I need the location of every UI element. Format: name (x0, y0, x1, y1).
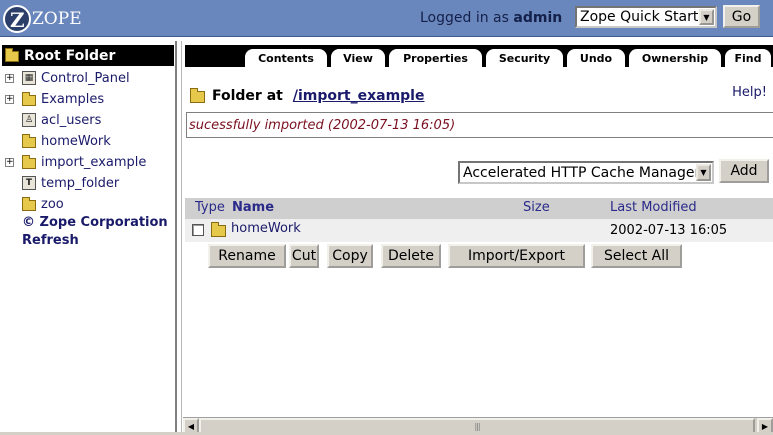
folder-icon (22, 154, 36, 169)
rename-button[interactable]: Rename (208, 244, 286, 268)
temp-folder-icon: T (22, 176, 36, 190)
logo-text: ZOPE (32, 9, 82, 29)
select-checkbox[interactable] (192, 224, 204, 236)
column-size[interactable]: Size (523, 200, 550, 215)
copyright-link[interactable]: © Zope Corporation (22, 215, 168, 230)
status-message-text: sucessfully imported (2002-07-13 16:05) (189, 117, 456, 133)
tree-item-zoo[interactable]: zoo (5, 195, 64, 213)
folder-icon (5, 48, 19, 62)
add-type-value: Accelerated HTTP Cache Manager (463, 164, 701, 181)
item-name-link[interactable]: homeWork (231, 221, 301, 236)
folder-at-label: Folder at (212, 88, 283, 104)
zope-logo-icon (3, 5, 31, 33)
tab-ownership[interactable]: Ownership (629, 49, 721, 67)
username: admin (513, 10, 563, 26)
delete-button[interactable]: Delete (381, 244, 441, 268)
quick-start-value: Zope Quick Start (580, 9, 699, 25)
tab-bar: Contents View Properties Security Undo O… (185, 45, 773, 67)
tree-item-label: import_example (41, 154, 147, 170)
logged-in-text: Logged in as admin (420, 10, 562, 26)
tree-item-label: temp_folder (41, 175, 120, 191)
root-folder-link[interactable]: Root Folder (2, 45, 174, 66)
tab-properties[interactable]: Properties (389, 49, 482, 67)
column-last-modified[interactable]: Last Modified (610, 200, 697, 215)
tree-item-label: Examples (41, 91, 105, 107)
tree-item-label: acl_users (41, 112, 102, 128)
import-export-button[interactable]: Import/Export (448, 244, 585, 268)
main-panel: Contents View Properties Security Undo O… (181, 41, 773, 435)
dropdown-arrow-icon[interactable]: ▼ (696, 164, 711, 181)
select-all-button[interactable]: Select All (591, 244, 682, 268)
tree-item-control-panel[interactable]: + ▦ Control_Panel (5, 69, 130, 87)
column-type[interactable]: Type (195, 200, 225, 215)
folder-icon (190, 88, 205, 103)
tab-undo[interactable]: Undo (567, 49, 625, 67)
tree-item-import-example[interactable]: + import_example (5, 153, 146, 171)
control-panel-icon: ▦ (22, 71, 36, 85)
tree-item-label: zoo (41, 196, 64, 212)
copy-button[interactable]: Copy (327, 244, 373, 268)
status-message: sucessfully imported (2002-07-13 16:05) (186, 112, 773, 138)
folder-icon (22, 196, 36, 211)
folder-icon (22, 133, 36, 148)
user-folder-icon: ♙ (22, 113, 36, 127)
zope-logo: ZOPE (3, 4, 82, 34)
help-link[interactable]: Help! (732, 85, 767, 100)
tree-item-label: homeWork (41, 133, 111, 149)
root-folder-label: Root Folder (24, 47, 116, 64)
tab-security[interactable]: Security (486, 49, 563, 67)
tab-find[interactable]: Find (725, 49, 771, 67)
top-bar: ZOPE Logged in as admin Zope Quick Start… (0, 0, 773, 37)
quick-start-select[interactable]: Zope Quick Start ▼ (575, 6, 717, 28)
tab-contents[interactable]: Contents (245, 49, 327, 67)
horizontal-scrollbar[interactable]: ◀ ||| ▶ (183, 417, 773, 434)
tab-view[interactable]: View (331, 49, 385, 67)
folder-icon[interactable] (211, 222, 226, 237)
expand-icon[interactable]: + (5, 73, 14, 83)
add-button[interactable]: Add (719, 159, 769, 183)
tree-item-examples[interactable]: + Examples (5, 90, 104, 108)
tree-item-homework[interactable]: homeWork (5, 132, 111, 150)
go-button[interactable]: Go (723, 5, 760, 28)
expand-icon[interactable]: + (5, 157, 14, 167)
item-last-modified: 2002-07-13 16:05 (610, 223, 728, 238)
refresh-link[interactable]: Refresh (22, 233, 79, 248)
tree-item-label: Control_Panel (41, 70, 130, 86)
tree-item-temp-folder[interactable]: T temp_folder (5, 174, 119, 192)
column-name[interactable]: Name (232, 200, 274, 215)
add-type-select[interactable]: Accelerated HTTP Cache Manager ▼ (458, 161, 714, 184)
folder-location: Folder at /import_example (190, 88, 424, 104)
folder-path-link[interactable]: /import_example (293, 88, 425, 104)
logged-in-prefix: Logged in as (420, 10, 509, 26)
list-item: homeWork 2002-07-13 16:05 (185, 219, 773, 242)
dropdown-arrow-icon[interactable]: ▼ (699, 9, 714, 25)
list-header: Type Name Size Last Modified (185, 198, 773, 219)
tree-item-acl-users[interactable]: ♙ acl_users (5, 111, 101, 129)
cut-button[interactable]: Cut (289, 244, 319, 268)
expand-icon[interactable]: + (5, 94, 14, 104)
navigation-tree: Root Folder + ▦ Control_Panel + Examples… (0, 41, 177, 435)
folder-icon (22, 91, 36, 106)
